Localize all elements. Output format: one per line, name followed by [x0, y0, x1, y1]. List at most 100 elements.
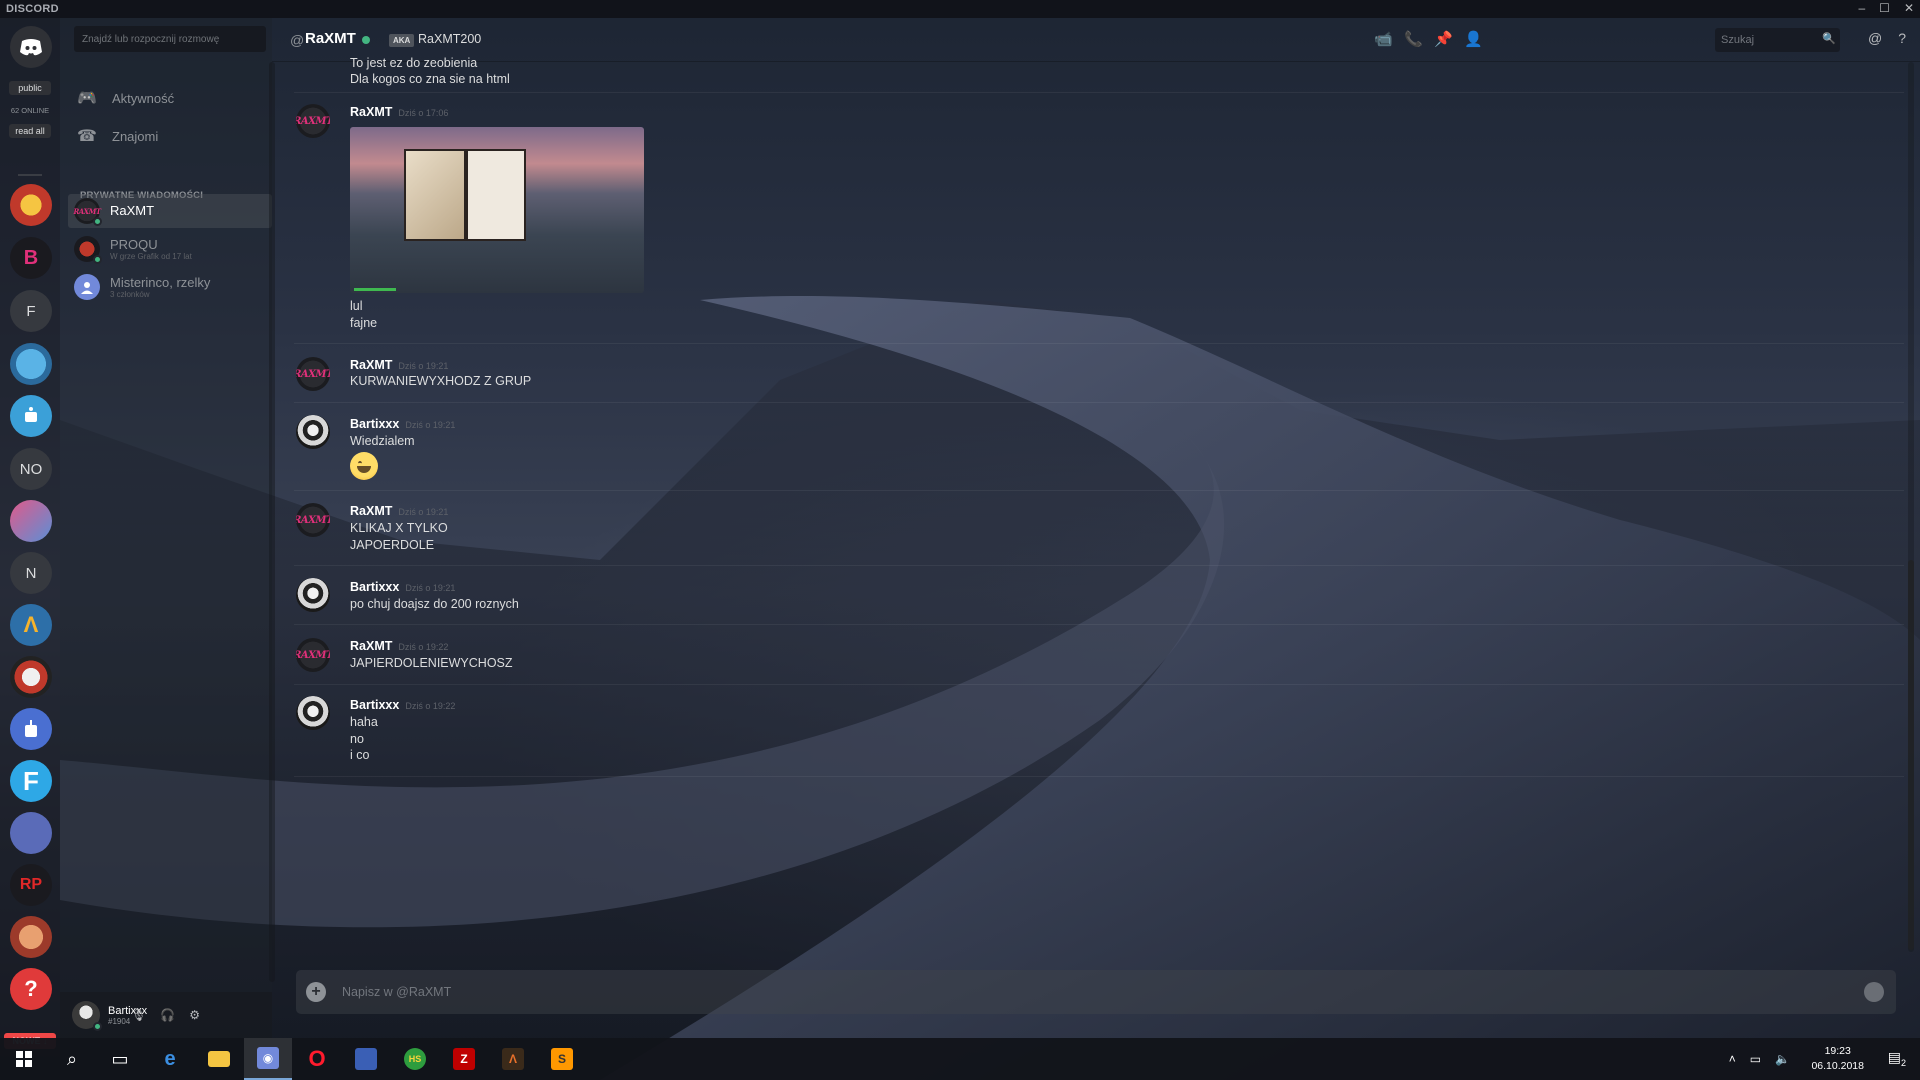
server-icon-robot[interactable] — [10, 395, 52, 437]
online-count: 62 ONLINE — [10, 106, 50, 115]
dm-search-input[interactable] — [74, 26, 266, 52]
avatar[interactable]: RAXMT — [296, 503, 330, 537]
server-icon-facebook[interactable]: F — [10, 760, 52, 802]
edge-browser-icon[interactable]: e — [146, 1038, 194, 1080]
video-call-icon[interactable]: 📹 — [1374, 30, 1393, 48]
voice-call-icon[interactable]: 📞 — [1404, 30, 1423, 48]
discord-taskbar-icon[interactable]: ◉ — [244, 1038, 292, 1080]
message-input[interactable] — [342, 970, 1842, 1014]
message-scrollbar-thumb[interactable] — [1908, 560, 1914, 950]
message-author[interactable]: RaXMT Dziś o 19:21 — [350, 504, 448, 518]
avatar[interactable] — [296, 415, 330, 449]
taskbar-clock[interactable]: 19:23 06.10.2018 — [1811, 1044, 1864, 1074]
server-icon-f[interactable]: F — [10, 290, 52, 332]
pin-icon[interactable]: 📌 — [1434, 30, 1453, 48]
opera-icon[interactable]: O — [293, 1038, 341, 1080]
mentions-icon[interactable]: @ — [1868, 30, 1882, 46]
message-timestamp: Dziś o 19:21 — [405, 583, 456, 593]
message-divider — [294, 92, 1904, 93]
avatar[interactable]: RAXMT — [296, 104, 330, 138]
maximize-button[interactable]: ☐ — [1879, 1, 1890, 15]
nav-friends-label: Znajomi — [112, 128, 159, 144]
dm-activity: W grze Grafik od 17 lat — [110, 251, 192, 261]
message-divider — [294, 776, 1904, 777]
message-line: JAPOERDOLE — [350, 538, 435, 552]
game-launcher-icon[interactable]: Λ — [489, 1038, 537, 1080]
robot-icon — [25, 407, 37, 422]
emoji-picker-icon[interactable] — [1864, 982, 1884, 1002]
chat-recipient-alias: RaXMT200 — [418, 32, 482, 46]
author-name: RaXMT — [350, 105, 393, 119]
help-icon[interactable]: ? — [1898, 30, 1906, 46]
filezilla-icon[interactable]: Z — [440, 1038, 488, 1080]
nav-activity[interactable]: 🎮 Aktywność — [74, 83, 264, 113]
server-icon-character[interactable] — [10, 916, 52, 958]
mute-mic-icon[interactable]: 🎙 — [131, 1008, 146, 1022]
settings-gear-icon[interactable]: ⚙ — [189, 1008, 200, 1022]
message-author[interactable]: Bartixxx Dziś o 19:21 — [350, 580, 455, 594]
server-icon-anime[interactable] — [10, 500, 52, 542]
server-icon-b[interactable]: B — [10, 237, 52, 279]
read-all-button[interactable]: read all — [9, 124, 51, 138]
volume-icon[interactable]: 🔈 — [1775, 1052, 1790, 1066]
message-author[interactable]: Bartixxx Dziś o 19:22 — [350, 698, 455, 712]
dm-member-count: 3 członków — [110, 289, 150, 299]
add-friend-icon[interactable]: 👤 — [1464, 30, 1483, 48]
file-explorer-icon[interactable] — [195, 1038, 243, 1080]
avatar[interactable] — [296, 696, 330, 730]
guild-list: public 62 ONLINE read all B F NO N Λ F R… — [0, 18, 60, 1049]
server-icon-n[interactable]: N — [10, 552, 52, 594]
server-icon-owpg[interactable] — [10, 343, 52, 385]
header-search-input[interactable] — [1715, 28, 1840, 52]
taskbar-search-icon[interactable]: ⌕ — [48, 1038, 96, 1080]
server-icon-rp[interactable]: RP — [10, 864, 52, 906]
message-divider — [294, 624, 1904, 625]
dm-item-group[interactable]: Misterinco, rzelky 3 członków — [68, 270, 272, 304]
server-icon-no[interactable]: NO — [10, 448, 52, 490]
dm-item-proqu[interactable]: PROQU W grze Grafik od 17 lat — [68, 232, 272, 266]
image-attachment[interactable] — [350, 127, 644, 293]
notification-count: 2 — [1900, 1057, 1906, 1068]
group-icon — [74, 274, 100, 300]
dm-name: RaXMT — [110, 203, 155, 218]
message-author[interactable]: RaXMT Dziś o 19:21 — [350, 358, 448, 372]
server-icon-emblem[interactable] — [10, 656, 52, 698]
avatar[interactable] — [296, 578, 330, 612]
hs-app-icon[interactable]: HS — [391, 1038, 439, 1080]
bot-icon — [25, 720, 37, 737]
message-divider — [294, 684, 1904, 685]
home-button[interactable] — [10, 26, 52, 68]
system-tray: ˄ ▭ 🔈 — [1729, 1038, 1790, 1080]
close-button[interactable]: ✕ — [1904, 1, 1914, 15]
user-avatar[interactable] — [72, 1001, 102, 1031]
server-icon-pikachu[interactable] — [10, 184, 52, 226]
sublime-text-icon[interactable]: S — [538, 1038, 586, 1080]
headphones-icon[interactable]: 🎧 — [160, 1008, 175, 1022]
dm-item-raxmt[interactable]: RAXMT RaXMT — [68, 194, 272, 228]
network-icon[interactable]: ▭ — [1750, 1052, 1761, 1066]
message-line: i co — [350, 748, 370, 762]
online-status-dot — [362, 36, 370, 44]
aka-badge: AKA — [389, 34, 415, 47]
server-icon-arrow[interactable]: Λ — [10, 604, 52, 646]
notification-center-icon[interactable]: ▤2 — [1888, 1049, 1906, 1068]
server-icon-wizard[interactable] — [10, 812, 52, 854]
server-icon-help[interactable]: ? — [10, 968, 52, 1010]
tray-chevron-up-icon[interactable]: ˄ — [1729, 1052, 1736, 1066]
task-view-icon[interactable]: ▭ — [96, 1038, 144, 1080]
nav-friends[interactable]: ☎ Znajomi — [74, 121, 264, 151]
message-author[interactable]: RaXMT Dziś o 17:06 — [350, 105, 448, 119]
public-label[interactable]: public — [9, 81, 51, 95]
upload-plus-button[interactable]: + — [306, 982, 326, 1002]
message-author[interactable]: Bartixxx Dziś o 19:21 — [350, 417, 455, 431]
avatar[interactable]: RAXMT — [296, 357, 330, 391]
minimize-button[interactable]: – — [1858, 1, 1865, 15]
windows-start-icon[interactable] — [0, 1038, 48, 1080]
avatar[interactable]: RAXMT — [296, 638, 330, 672]
message-author[interactable]: RaXMT Dziś o 19:22 — [350, 639, 448, 653]
friends-icon: ☎ — [77, 128, 97, 145]
clock-date: 06.10.2018 — [1811, 1060, 1864, 1072]
server-icon-bot[interactable] — [10, 708, 52, 750]
title-bar: DISCORD – ☐ ✕ — [0, 0, 1920, 18]
network-app-icon[interactable] — [342, 1038, 390, 1080]
